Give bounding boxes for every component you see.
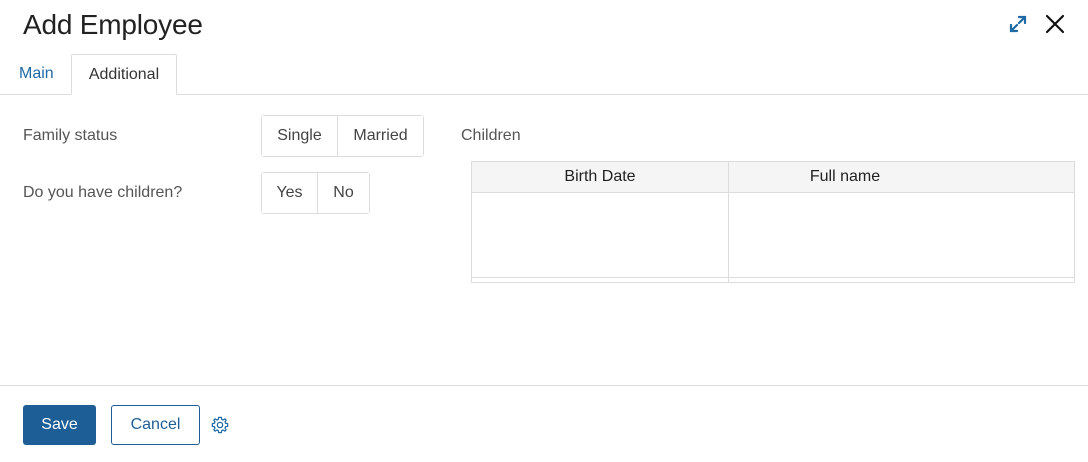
tab-additional[interactable]: Additional xyxy=(71,54,177,95)
gear-icon xyxy=(211,416,229,434)
have-children-toggle: Yes No xyxy=(261,172,370,214)
expand-button[interactable] xyxy=(1006,12,1030,36)
column-divider xyxy=(728,162,729,282)
family-status-single-option[interactable]: Single xyxy=(262,116,337,156)
tab-main[interactable]: Main xyxy=(19,54,54,95)
children-table: Birth Date Full name xyxy=(471,161,1075,283)
family-status-married-option[interactable]: Married xyxy=(337,116,423,156)
save-button[interactable]: Save xyxy=(23,405,96,445)
dialog-header: Add Employee xyxy=(0,0,1088,54)
close-icon xyxy=(1045,14,1065,34)
have-children-yes-option[interactable]: Yes xyxy=(262,173,317,213)
children-table-header: Birth Date Full name xyxy=(472,162,1074,193)
settings-button[interactable] xyxy=(210,415,230,435)
expand-icon xyxy=(1009,15,1027,33)
children-label: Children xyxy=(461,127,521,144)
column-header-birth-date[interactable]: Birth Date xyxy=(472,162,728,192)
table-row-divider xyxy=(472,277,1074,278)
page-title: Add Employee xyxy=(23,9,203,40)
close-button[interactable] xyxy=(1043,12,1067,36)
have-children-no-option[interactable]: No xyxy=(317,173,369,213)
column-header-full-name[interactable]: Full name xyxy=(729,162,961,192)
family-status-label: Family status xyxy=(23,127,118,144)
dialog-footer: Save Cancel xyxy=(0,385,1088,462)
tab-bar: Main Additional xyxy=(0,54,1088,95)
cancel-button[interactable]: Cancel xyxy=(111,405,200,445)
have-children-label: Do you have children? xyxy=(23,184,183,201)
family-status-toggle: Single Married xyxy=(261,115,424,157)
